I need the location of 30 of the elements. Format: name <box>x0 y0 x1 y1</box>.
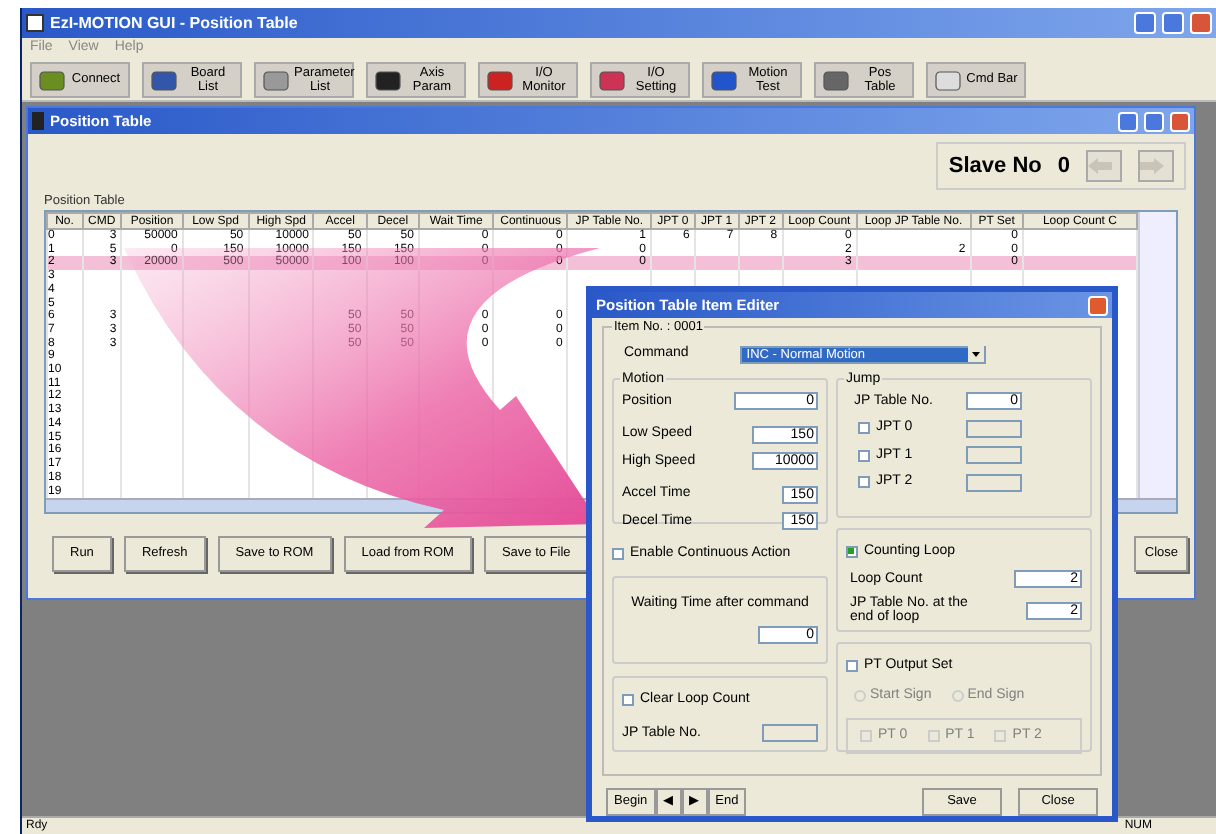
minimize-icon[interactable] <box>1118 111 1138 131</box>
checkbox[interactable] <box>857 476 870 489</box>
checkbox[interactable] <box>927 729 940 742</box>
checkbox[interactable] <box>857 449 870 462</box>
vertical-scrollbar[interactable] <box>1138 212 1176 498</box>
input-field[interactable] <box>965 473 1022 492</box>
checkbox[interactable] <box>857 422 870 435</box>
app-icon <box>26 14 44 32</box>
close-icon[interactable] <box>1190 12 1212 34</box>
checkbox[interactable] <box>994 729 1007 742</box>
slave-value: 0 <box>1057 151 1070 182</box>
document-icon <box>32 112 44 130</box>
input-field[interactable] <box>965 446 1022 465</box>
close-icon[interactable] <box>1170 111 1190 131</box>
caret-icon[interactable] <box>968 346 985 363</box>
checkbox[interactable] <box>845 545 858 558</box>
maximize-icon[interactable] <box>1144 111 1164 131</box>
checkbox[interactable] <box>622 694 634 707</box>
checkbox[interactable] <box>845 659 858 672</box>
input-field[interactable] <box>761 724 818 743</box>
slave-label: Slave No <box>948 151 1042 182</box>
maximize-icon[interactable] <box>1162 12 1184 34</box>
radio-button[interactable] <box>951 690 964 703</box>
minimize-icon[interactable] <box>1134 12 1156 34</box>
close-icon[interactable] <box>1088 295 1108 315</box>
checkbox[interactable] <box>612 547 624 560</box>
checkbox[interactable] <box>859 729 872 742</box>
window-title: EzI-MOTION GUI - Position Table <box>50 11 300 35</box>
input-field[interactable] <box>965 419 1022 438</box>
radio-button[interactable] <box>853 690 866 703</box>
